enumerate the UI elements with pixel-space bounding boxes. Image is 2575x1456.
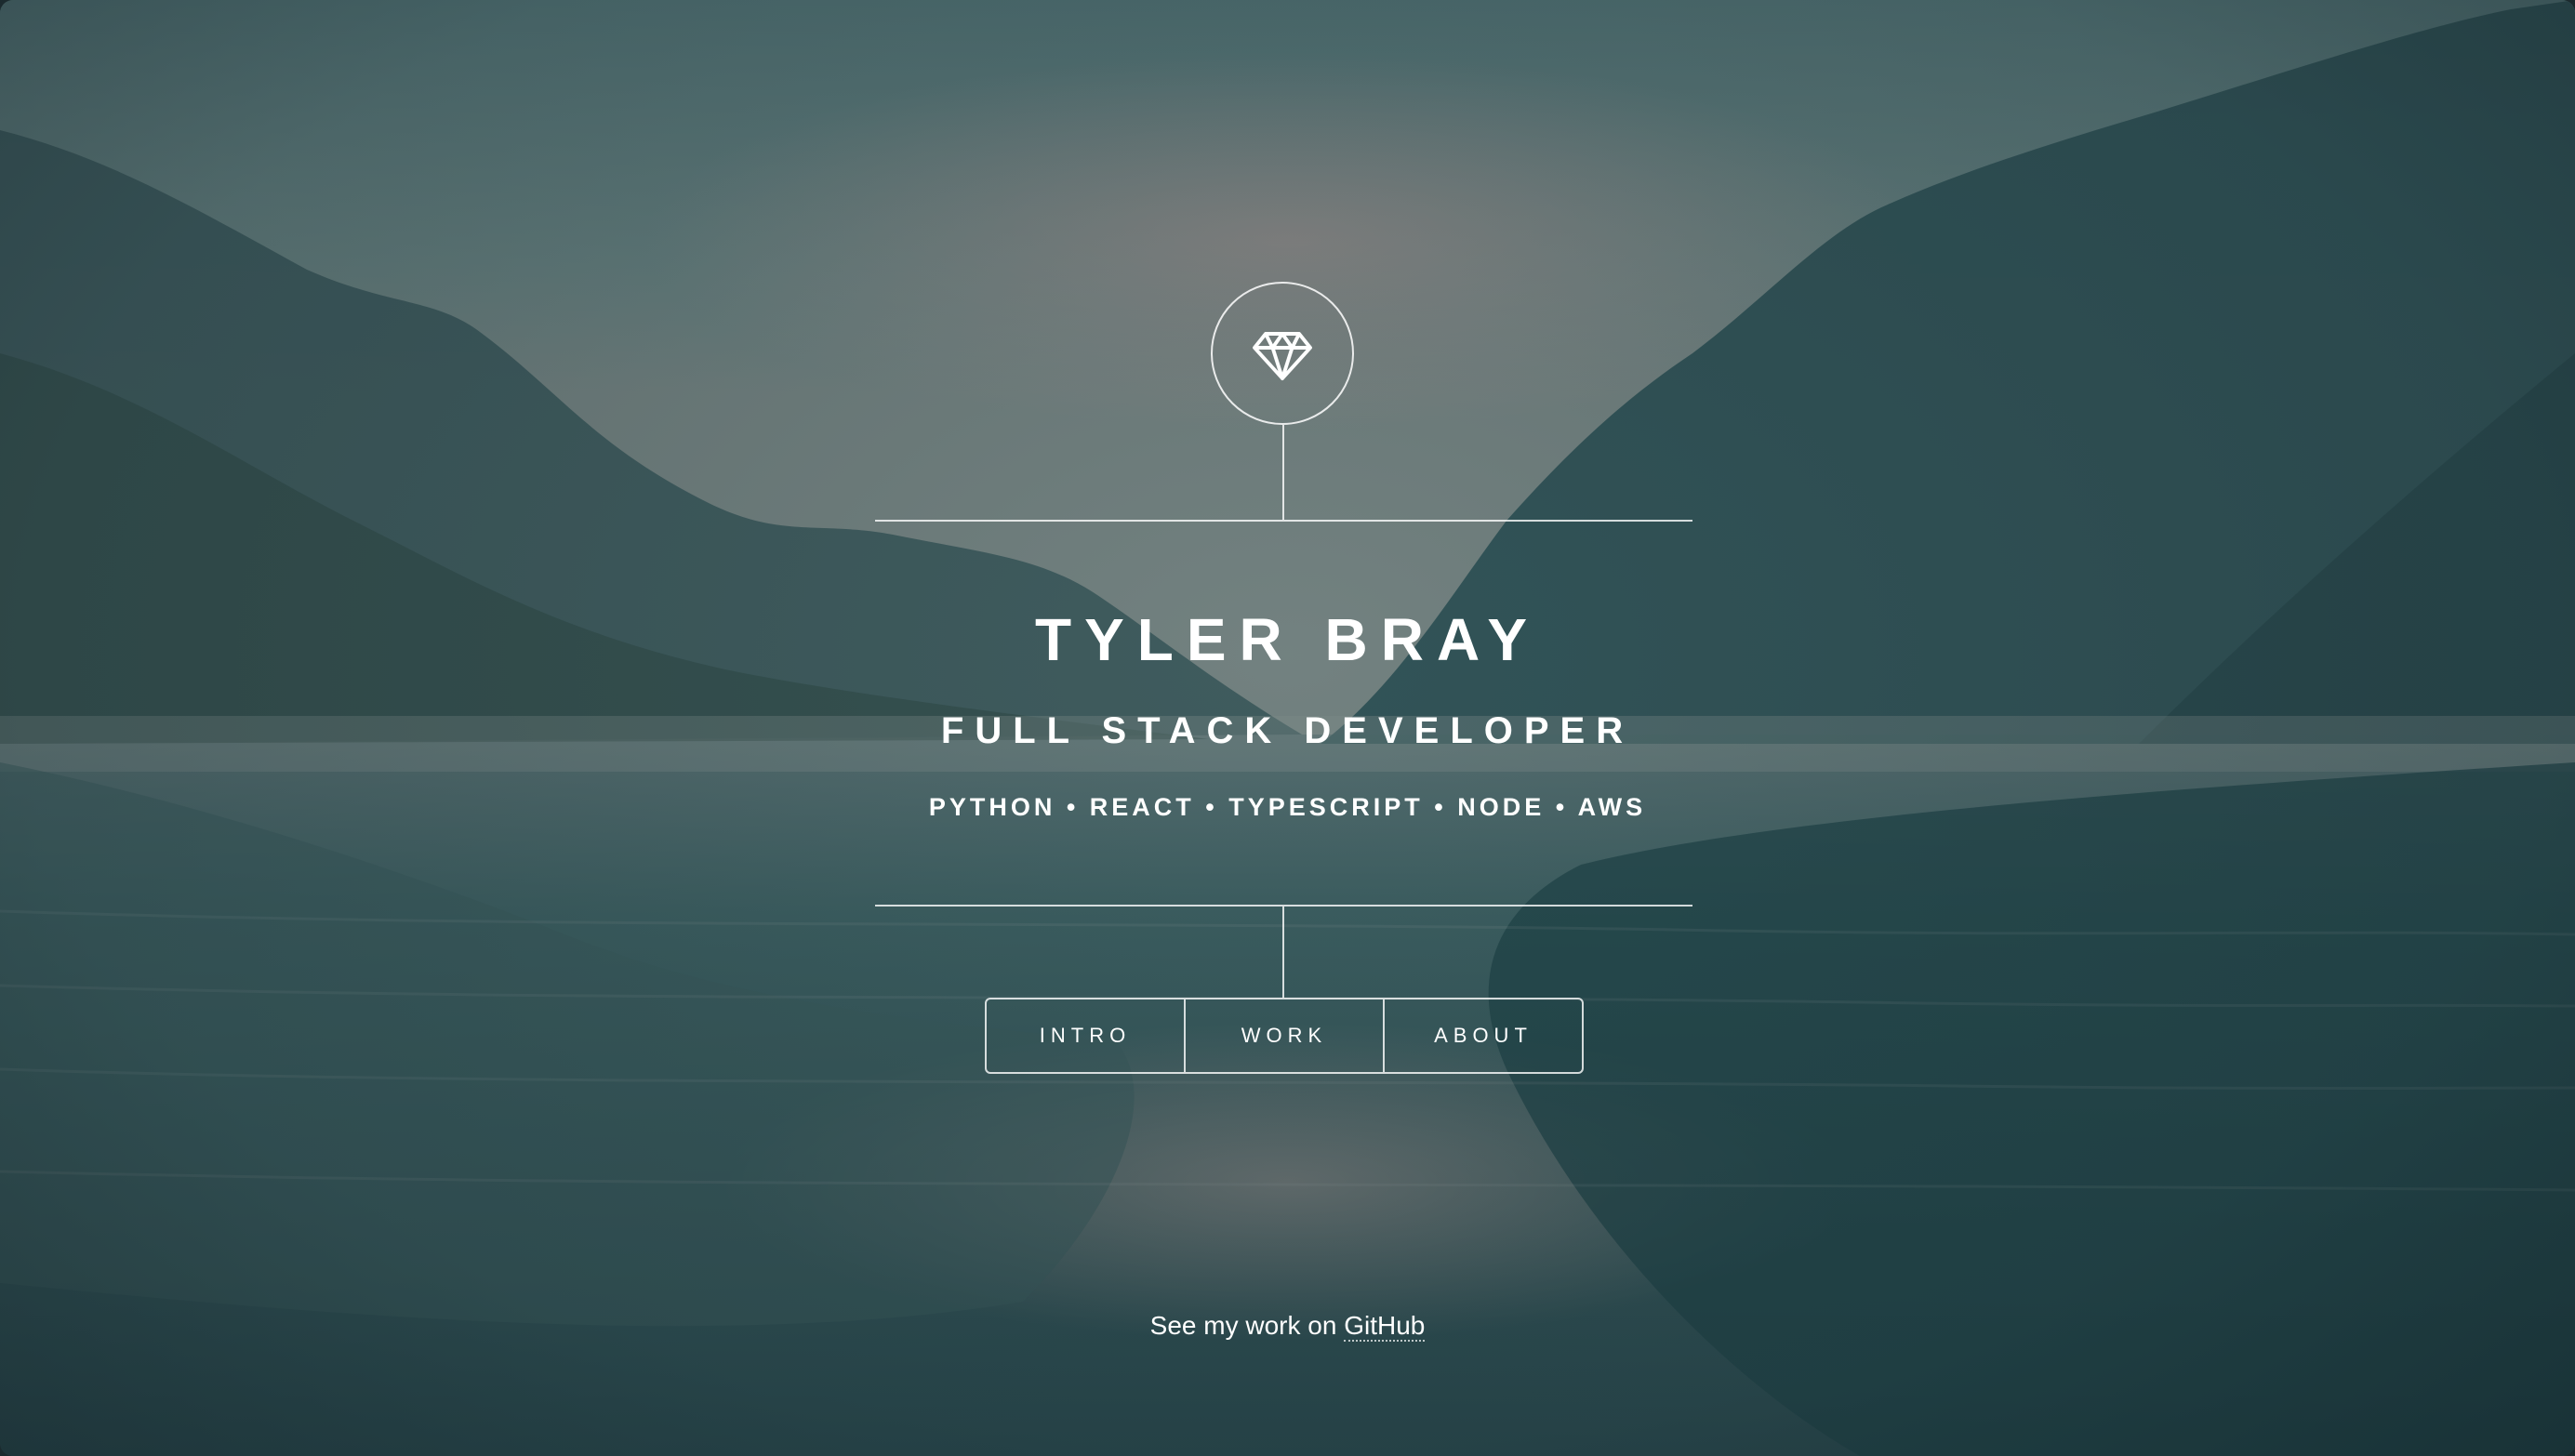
github-link[interactable]: GitHub: [1344, 1311, 1426, 1342]
diamond-icon: [1253, 332, 1312, 380]
skills-list: PYTHON • REACT • TYPESCRIPT • NODE • AWS: [928, 793, 1647, 821]
logo: [1211, 282, 1354, 425]
footer: See my work on GitHub: [0, 1307, 2575, 1344]
top-divider: [875, 520, 1692, 522]
main-nav: INTRO WORK ABOUT: [985, 998, 1584, 1074]
nav-intro-button[interactable]: INTRO: [987, 999, 1184, 1072]
bottom-connector-line: [1282, 907, 1284, 998]
subtitle-role: FULL STACK DEVELOPER: [940, 710, 1635, 751]
top-connector-line: [1282, 425, 1284, 520]
page-title: TYLER BRAY: [1034, 606, 1541, 673]
nav-work-button[interactable]: WORK: [1184, 999, 1383, 1072]
page: TYLER BRAY FULL STACK DEVELOPER PYTHON •…: [0, 0, 2575, 1456]
footer-text: See my work on: [1149, 1311, 1345, 1340]
nav-about-button[interactable]: ABOUT: [1383, 999, 1582, 1072]
